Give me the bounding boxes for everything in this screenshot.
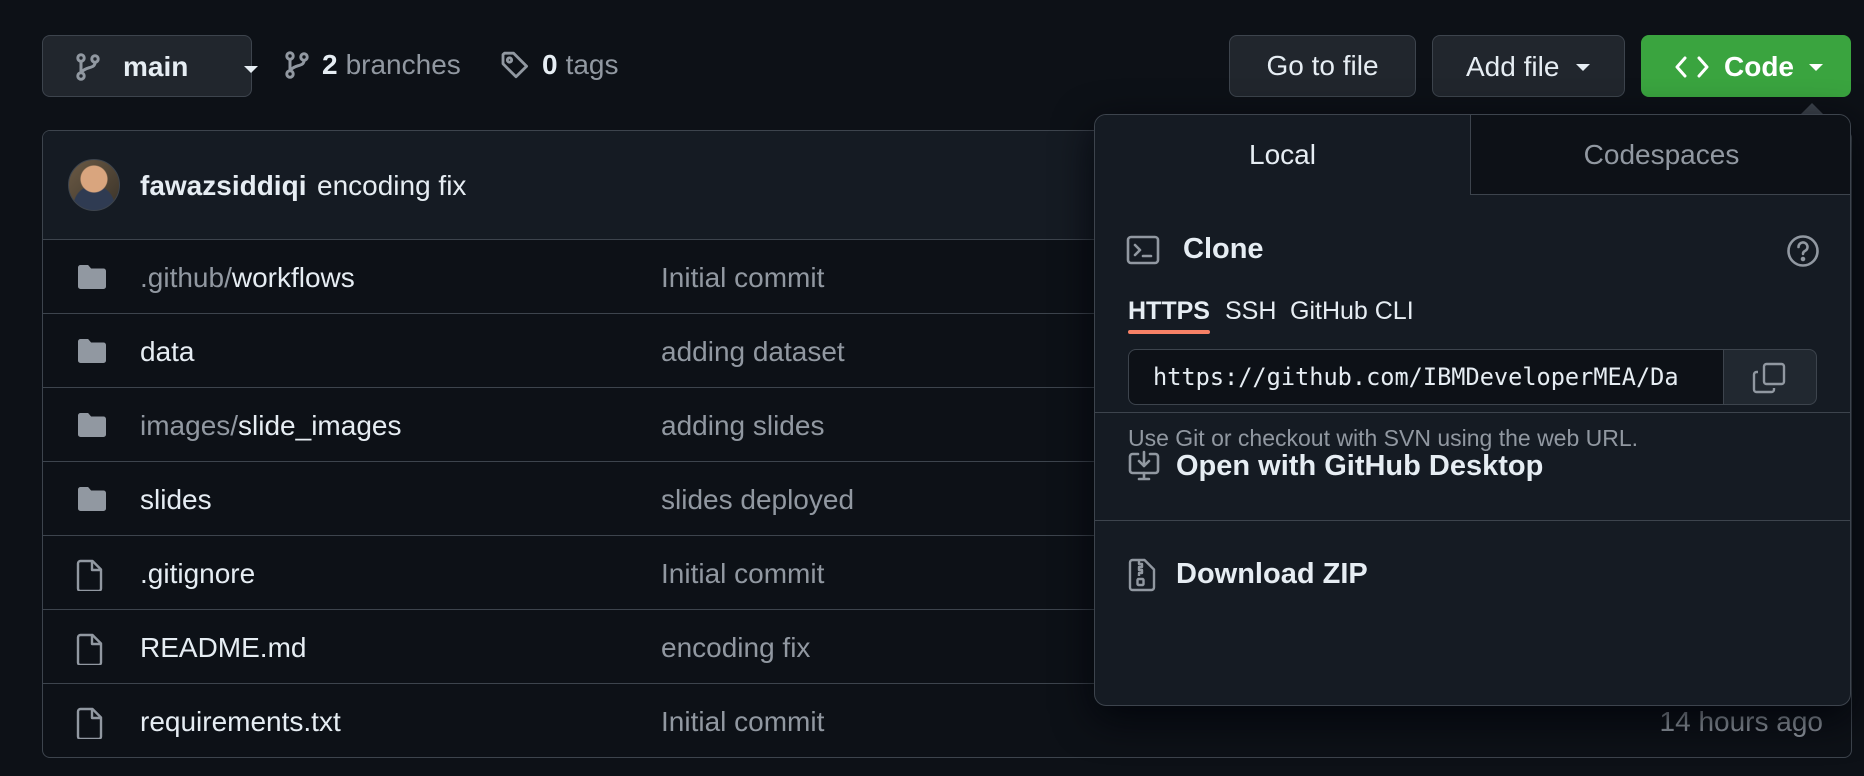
selected-protocol-underline <box>1128 330 1210 334</box>
commit-age: 14 hours ago <box>1659 706 1823 737</box>
file-path-prefix: .github/ <box>140 262 232 293</box>
file-icon <box>76 707 104 739</box>
tags-link[interactable]: 0 tags <box>500 47 619 83</box>
file-zip-icon <box>1128 558 1156 592</box>
desktop-download-icon <box>1128 450 1160 482</box>
go-to-file-button[interactable]: Go to file <box>1229 35 1416 97</box>
chevron-down-icon <box>1576 64 1590 71</box>
tab-codespaces[interactable]: Codespaces <box>1471 115 1850 195</box>
file-path-prefix: images/ <box>140 410 239 441</box>
question-icon[interactable] <box>1785 233 1821 269</box>
commit-message-link[interactable]: adding slides <box>661 410 824 442</box>
branches-label: branches <box>345 49 461 80</box>
protocol-tab-ssh[interactable]: SSH <box>1225 297 1276 326</box>
file-name: requirements.txt <box>140 706 341 737</box>
clone-title: Clone <box>1183 233 1264 265</box>
commit-message-link[interactable]: encoding fix <box>661 632 810 664</box>
clone-url-field[interactable]: https://github.com/IBMDeveloperMEA/Da <box>1128 349 1724 405</box>
download-zip-item[interactable]: Download ZIP <box>1095 520 1850 628</box>
avatar[interactable] <box>68 159 120 211</box>
folder-icon <box>76 411 108 439</box>
code-icon <box>1675 53 1709 81</box>
commit-message-link[interactable]: Initial commit <box>661 262 824 294</box>
commit-message-link[interactable]: Initial commit <box>661 706 824 738</box>
file-name: workflows <box>231 262 355 293</box>
code-button-label: Code <box>1724 51 1794 82</box>
open-github-desktop-label: Open with GitHub Desktop <box>1176 450 1544 482</box>
clone-url-text: https://github.com/IBMDeveloperMEA/Da <box>1153 363 1679 391</box>
file-name-link[interactable]: .gitignore <box>140 558 255 590</box>
add-file-button[interactable]: Add file <box>1432 35 1625 97</box>
file-name-link[interactable]: .github/workflows <box>140 262 355 294</box>
folder-icon <box>76 337 108 365</box>
file-name: slides <box>140 484 212 515</box>
file-name-link[interactable]: images/slide_images <box>140 410 401 442</box>
file-name-link[interactable]: README.md <box>140 632 306 664</box>
copy-url-button[interactable] <box>1723 349 1817 405</box>
branches-count: 2 <box>322 49 338 80</box>
file-name-link[interactable]: data <box>140 336 195 368</box>
download-zip-label: Download ZIP <box>1176 558 1368 590</box>
tab-local[interactable]: Local <box>1095 115 1471 195</box>
commit-message-link[interactable]: Initial commit <box>661 558 824 590</box>
code-dropdown: Local Codespaces Clone HTTPS SSH GitHub … <box>1094 114 1851 706</box>
git-branch-icon <box>75 53 101 81</box>
code-button[interactable]: Code <box>1641 35 1851 97</box>
terminal-icon <box>1126 235 1160 265</box>
add-file-label: Add file <box>1466 51 1560 82</box>
file-name: .gitignore <box>140 558 256 589</box>
file-icon <box>76 633 104 665</box>
go-to-file-label: Go to file <box>1266 50 1379 81</box>
tag-icon <box>500 50 530 80</box>
folder-icon <box>76 485 108 513</box>
tab-codespaces-label: Codespaces <box>1583 138 1740 170</box>
commit-message-link[interactable]: slides deployed <box>661 484 854 516</box>
file-name: README.md <box>140 632 307 663</box>
chevron-down-icon <box>244 66 258 73</box>
commit-author[interactable]: fawazsiddiqi <box>140 170 306 202</box>
file-name-link[interactable]: requirements.txt <box>140 706 341 738</box>
protocol-tab-github-cli[interactable]: GitHub CLI <box>1290 297 1414 326</box>
chevron-down-icon <box>1809 64 1823 71</box>
open-github-desktop-item[interactable]: Open with GitHub Desktop <box>1095 412 1850 520</box>
branch-name: main <box>123 51 189 82</box>
commit-message-link[interactable]: adding dataset <box>661 336 845 368</box>
file-name: slide_images <box>238 410 402 441</box>
branches-link[interactable]: 2 branches <box>284 47 461 83</box>
protocol-tab-https[interactable]: HTTPS <box>1128 297 1210 326</box>
folder-icon <box>76 263 108 291</box>
commit-message[interactable]: encoding fix <box>317 170 466 202</box>
file-name-link[interactable]: slides <box>140 484 212 516</box>
tab-local-label: Local <box>1249 139 1316 170</box>
tags-count: 0 <box>542 49 558 80</box>
copy-icon <box>1752 362 1786 394</box>
tags-label: tags <box>565 49 619 80</box>
file-icon <box>76 559 104 591</box>
git-branch-icon <box>284 51 310 79</box>
branch-select-button[interactable]: main <box>42 35 258 97</box>
file-name: data <box>140 336 195 367</box>
